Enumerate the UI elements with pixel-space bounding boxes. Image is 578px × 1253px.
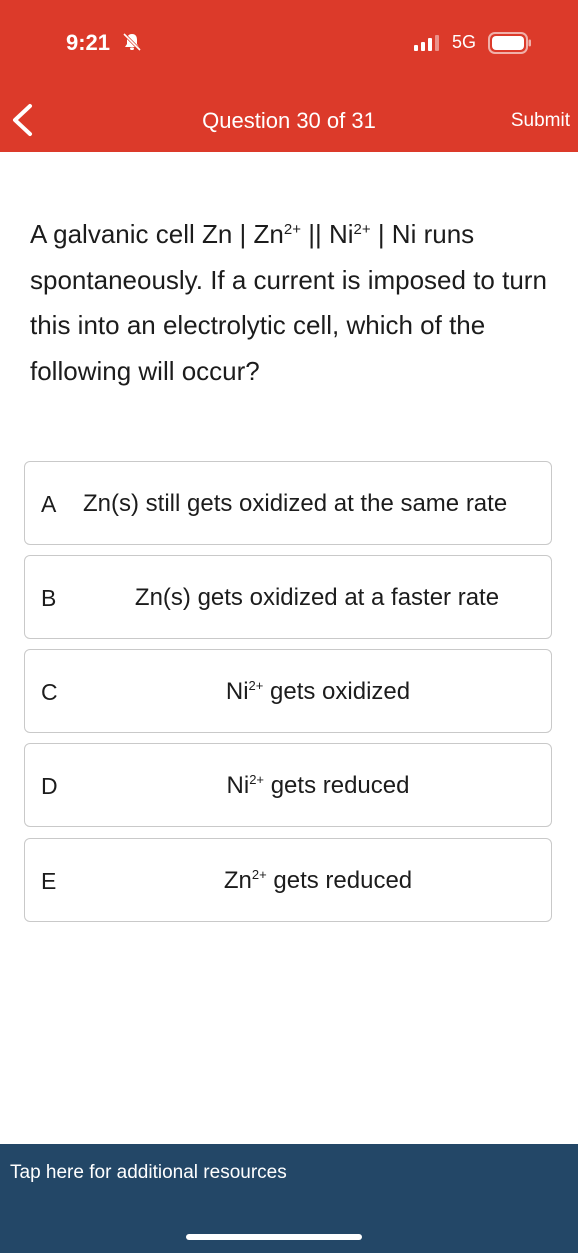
question-part: || Ni xyxy=(300,219,354,249)
answer-text: Ni2+ gets oxidized xyxy=(85,650,551,734)
answer-text-part: Ni xyxy=(226,772,250,799)
page-title: Question 30 of 31 xyxy=(202,108,376,133)
answer-superscript: 2+ xyxy=(251,867,267,882)
answer-option-b[interactable]: B Zn(s) gets oxidized at a faster rate xyxy=(24,555,552,639)
answer-text: Zn(s) gets oxidized at a faster rate xyxy=(134,584,500,611)
answer-text-part: gets oxidized xyxy=(263,678,411,705)
bell-slash-icon xyxy=(122,32,142,52)
answer-text-part: gets reduced xyxy=(264,772,410,799)
question-text: A galvanic cell Zn | Zn2+ || Ni2+ | Ni r… xyxy=(30,212,560,394)
battery-icon xyxy=(488,32,531,54)
answer-letter: A xyxy=(41,491,57,517)
answer-option-c[interactable]: C Ni2+ gets oxidized xyxy=(24,649,552,733)
status-time: 9:21 xyxy=(66,30,111,55)
answer-letter: E xyxy=(41,868,57,894)
answer-superscript: 2+ xyxy=(248,678,264,693)
question-superscript: 2+ xyxy=(353,221,371,238)
answer-letter: B xyxy=(41,585,57,611)
answer-option-d[interactable]: D Ni2+ gets reduced xyxy=(24,743,552,827)
question-superscript: 2+ xyxy=(283,221,301,238)
answer-text-part: Ni xyxy=(225,678,249,705)
submit-button[interactable]: Submit xyxy=(511,110,570,132)
answer-text-part: gets reduced xyxy=(266,867,413,894)
signal-icon xyxy=(414,35,439,51)
answer-text: Zn2+ gets reduced xyxy=(85,839,551,923)
question-part: A galvanic cell Zn | Zn xyxy=(30,219,284,249)
answer-text: Zn(s) still gets oxidized at the same ra… xyxy=(83,490,508,517)
additional-resources-link[interactable]: Tap here for additional resources xyxy=(10,1162,287,1184)
answer-superscript: 2+ xyxy=(249,772,265,787)
answer-text-part: Zn xyxy=(223,867,252,894)
answer-option-a[interactable]: A Zn(s) still gets oxidized at the same … xyxy=(24,461,552,545)
home-indicator[interactable] xyxy=(186,1234,362,1240)
answer-text: Ni2+ gets reduced xyxy=(85,744,551,828)
network-label: 5G xyxy=(452,32,477,52)
answer-option-e[interactable]: E Zn2+ gets reduced xyxy=(24,838,552,922)
app-header: 9:21 5G Question 30 of 31 Submit xyxy=(0,0,578,152)
answer-letter: D xyxy=(41,773,58,799)
answer-letter: C xyxy=(41,679,58,705)
resources-footer[interactable]: Tap here for additional resources xyxy=(0,1144,578,1253)
